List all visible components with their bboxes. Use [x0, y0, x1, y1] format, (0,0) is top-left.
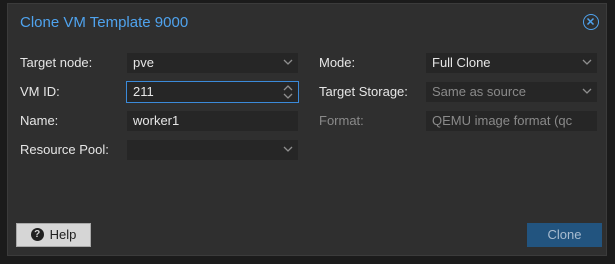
clone-vm-dialog: Clone VM Template 9000 Target node: pve … — [7, 3, 607, 256]
target-storage-label: Target Storage: — [319, 84, 408, 99]
target-storage-value: Same as source — [432, 84, 526, 99]
mode-select[interactable]: Full Clone — [425, 52, 598, 74]
vm-id-value: 211 — [133, 84, 154, 99]
target-node-select[interactable]: pve — [126, 52, 299, 74]
format-select: QEMU image format (qc — [425, 110, 598, 132]
help-button[interactable]: ? Help — [16, 223, 91, 247]
dialog-title: Clone VM Template 9000 — [20, 14, 189, 31]
close-icon[interactable] — [583, 14, 599, 30]
dialog-header: Clone VM Template 9000 — [8, 4, 606, 42]
resource-pool-label: Resource Pool: — [20, 142, 109, 157]
name-label: Name: — [20, 113, 59, 128]
mode-value: Full Clone — [432, 55, 491, 70]
spinner-arrows-icon[interactable] — [283, 84, 293, 100]
target-storage-select[interactable]: Same as source — [425, 81, 598, 103]
vm-id-label: VM ID: — [20, 84, 60, 99]
help-label: Help — [49, 227, 77, 242]
chevron-down-icon[interactable] — [582, 88, 592, 95]
name-input[interactable]: worker1 — [126, 110, 299, 132]
format-label: Format: — [319, 113, 364, 128]
mode-label: Mode: — [319, 55, 356, 70]
chevron-down-icon[interactable] — [283, 59, 293, 66]
target-node-value: pve — [133, 55, 154, 70]
chevron-down-icon[interactable] — [582, 59, 592, 66]
clone-label: Clone — [547, 227, 582, 242]
clone-button[interactable]: Clone — [527, 223, 602, 247]
resource-pool-select[interactable] — [126, 139, 299, 161]
format-value: QEMU image format (qc — [432, 113, 573, 128]
name-value: worker1 — [133, 113, 180, 128]
question-circle-icon: ? — [30, 228, 44, 242]
chevron-down-icon[interactable] — [283, 146, 293, 153]
target-node-label: Target node: — [20, 55, 93, 70]
vm-id-spinner[interactable]: 211 — [126, 81, 299, 103]
